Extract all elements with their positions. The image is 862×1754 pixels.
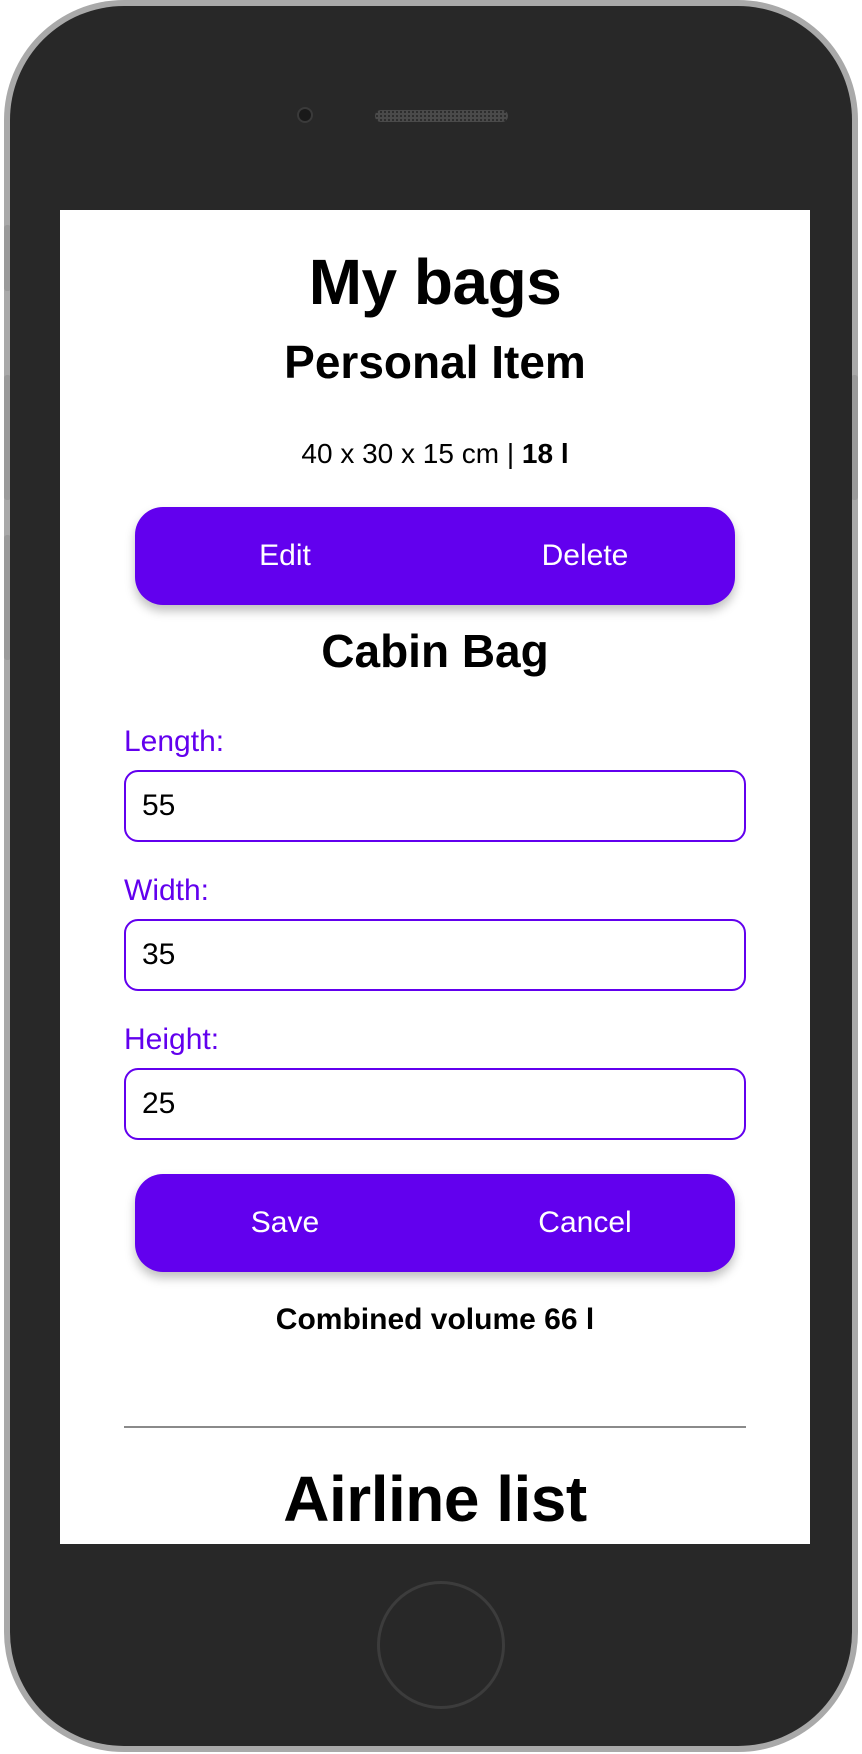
length-input[interactable] <box>124 770 746 842</box>
height-label: Height: <box>124 1023 220 1056</box>
height-input[interactable] <box>124 1068 746 1140</box>
personal-item-volume: 18 l <box>521 438 569 469</box>
airline-list-title: Airline list <box>283 1463 587 1535</box>
edit-button[interactable]: Edit <box>135 507 435 605</box>
app-screen: My bags Personal Item 40 x 30 x 15 cm | … <box>60 210 810 1544</box>
combined-volume: Combined volume 66 l <box>275 1303 595 1336</box>
section-divider <box>124 1426 746 1428</box>
page-title: My bags <box>308 246 562 318</box>
width-input[interactable] <box>124 919 746 991</box>
power-button <box>851 375 858 500</box>
personal-item-title: Personal Item <box>284 336 586 388</box>
home-button[interactable] <box>377 1581 505 1709</box>
length-label: Length: <box>124 725 225 758</box>
cabin-bag-actions: Save Cancel <box>135 1174 735 1272</box>
width-label: Width: <box>124 874 210 907</box>
cancel-button[interactable]: Cancel <box>435 1174 735 1272</box>
personal-item-dimensions: 40 x 30 x 15 cm | 18 l <box>60 438 810 470</box>
delete-button[interactable]: Delete <box>435 507 735 605</box>
phone-frame: My bags Personal Item 40 x 30 x 15 cm | … <box>4 0 858 1752</box>
cabin-bag-title: Cabin Bag <box>321 625 549 677</box>
earpiece-speaker <box>375 110 508 122</box>
personal-item-size: 40 x 30 x 15 cm | <box>301 438 515 469</box>
personal-item-actions: Edit Delete <box>135 507 735 605</box>
front-camera <box>297 107 313 123</box>
save-button[interactable]: Save <box>135 1174 435 1272</box>
